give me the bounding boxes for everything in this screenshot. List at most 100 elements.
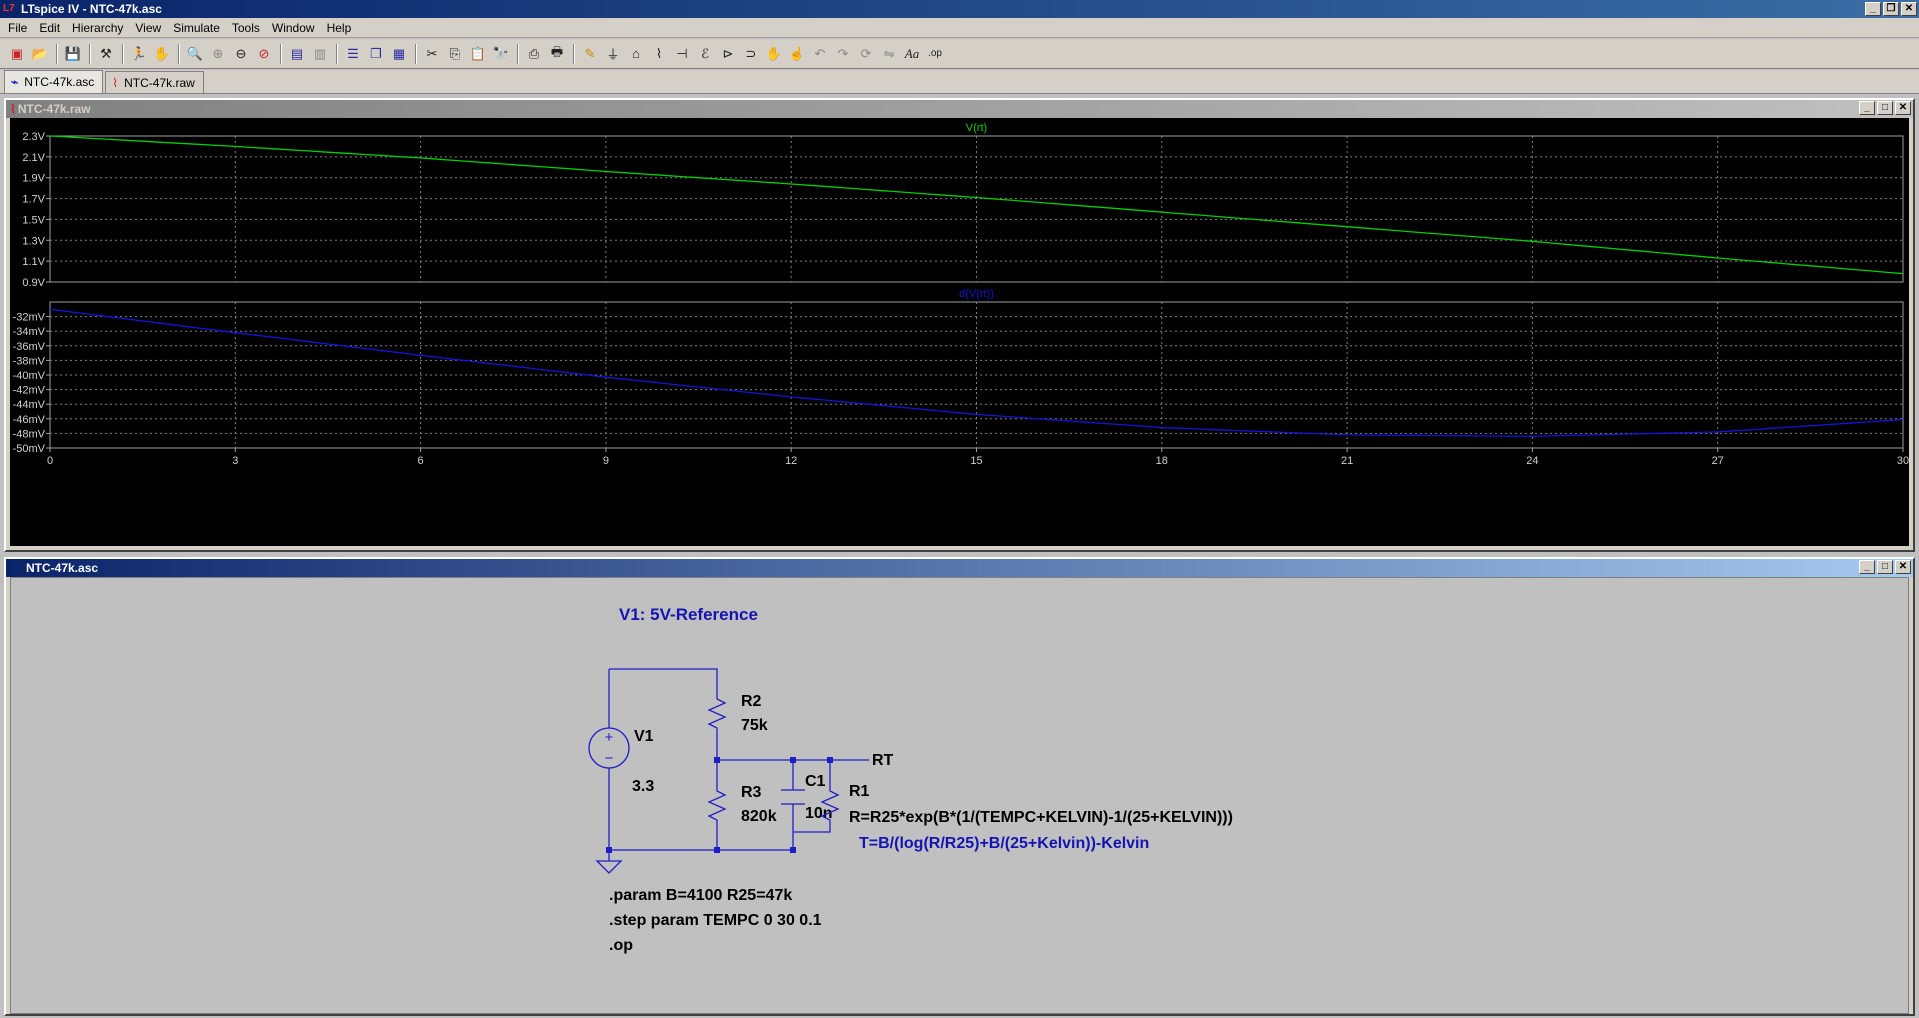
print-icon[interactable]: 🖶 (546, 43, 568, 65)
v1-name[interactable]: V1 (634, 728, 654, 745)
find-icon[interactable]: 🔭 (490, 43, 512, 65)
restore-button[interactable]: ❐ (1883, 2, 1899, 16)
y-tick-label: 2.1V (22, 152, 45, 164)
control-panel-icon[interactable]: ⚒ (95, 43, 117, 65)
schematic-icon: ⌁ (11, 75, 19, 89)
halt-icon[interactable]: ✋ (151, 43, 173, 65)
menu-edit[interactable]: Edit (33, 21, 66, 35)
ground-icon[interactable] (595, 860, 623, 874)
undo-icon[interactable]: ↶ (809, 43, 831, 65)
spice-directive-step[interactable]: .step param TEMPC 0 30 0.1 (609, 912, 822, 929)
print-setup-icon[interactable]: ⎙ (523, 43, 545, 65)
formula-comment[interactable]: T=B/(log(R/R25)+B/(25+Kelvin))-Kelvin (859, 835, 1149, 852)
capacitor-icon[interactable]: ⊣ (671, 43, 693, 65)
zoom-out-icon[interactable]: ⊖ (230, 43, 252, 65)
voltage-source-v1[interactable]: + − (588, 727, 630, 769)
label-net-icon[interactable]: ⌂ (625, 43, 647, 65)
zoom-cancel-icon[interactable]: ⊘ (253, 43, 275, 65)
resistor-r2[interactable] (707, 691, 727, 731)
resistor-icon[interactable]: ⌇ (648, 43, 670, 65)
toolbar-separator (178, 43, 180, 64)
run-icon[interactable]: 🏃 (128, 43, 150, 65)
diode-icon[interactable]: ⊳ (717, 43, 739, 65)
component-icon[interactable]: ⊃ (740, 43, 762, 65)
tile-vertical-icon[interactable]: ▦ (388, 43, 410, 65)
move-icon[interactable]: ✋ (763, 43, 785, 65)
save-icon[interactable]: 💾 (62, 43, 84, 65)
menu-hierarchy[interactable]: Hierarchy (66, 21, 129, 35)
wire[interactable] (793, 824, 831, 833)
plot-pane[interactable]: 0.9V 1.1V 1.3V 1.5V 1.7V 1.9V 2.1V 2.3V V(rt) -32… (10, 118, 1909, 546)
r3-value[interactable]: 820k (741, 808, 777, 825)
maximize-button[interactable]: □ (1877, 101, 1893, 115)
drag-icon[interactable]: ☝ (786, 43, 808, 65)
redo-icon[interactable]: ↷ (832, 43, 854, 65)
spice-directive-icon[interactable]: .op (924, 43, 946, 65)
c1-name[interactable]: C1 (805, 773, 826, 790)
svg-text:+: + (605, 729, 614, 746)
schematic-window-titlebar[interactable]: NTC-47k.asc _ □ ✕ (6, 559, 1913, 577)
y-tick-label: -38mV (13, 355, 46, 367)
ground-icon[interactable]: ⏚ (602, 43, 624, 65)
window-controls: _ ❐ ✕ (1865, 2, 1917, 16)
paste-icon[interactable]: 📋 (467, 43, 489, 65)
autorange-icon[interactable]: ▤ (286, 43, 308, 65)
inductor-icon[interactable]: ℰ (694, 43, 716, 65)
spice-directive-param[interactable]: .param B=4100 R25=47k (609, 887, 792, 904)
y-tick-label: 1.7V (22, 194, 45, 206)
spice-directive-op[interactable]: .op (609, 937, 633, 954)
waveform-window-titlebar[interactable]: ⌇ NTC-47k.raw _ □ ✕ (6, 100, 1913, 118)
r1-name[interactable]: R1 (849, 783, 870, 800)
schematic-header[interactable]: V1: 5V-Reference (619, 605, 758, 624)
cascade-icon[interactable]: ❐ (365, 43, 387, 65)
capacitor-c1[interactable] (781, 789, 805, 805)
tile-horizontal-icon[interactable]: ☰ (342, 43, 364, 65)
waveform-plot[interactable]: 0.9V 1.1V 1.3V 1.5V 1.7V 1.9V 2.1V 2.3V V(rt) -32… (10, 118, 1910, 546)
plot-settings-icon[interactable]: ▥ (309, 43, 331, 65)
tab-schematic[interactable]: ⌁ NTC-47k.asc (4, 70, 104, 93)
minimize-button[interactable]: _ (1859, 101, 1875, 115)
r2-value[interactable]: 75k (741, 717, 768, 734)
resistor-r3[interactable] (707, 783, 727, 824)
r2-name[interactable]: R2 (741, 693, 762, 710)
zoom-fit-icon[interactable]: ⊕ (207, 43, 229, 65)
mirror-icon[interactable]: ⇋ (878, 43, 900, 65)
close-button[interactable]: ✕ (1895, 101, 1911, 115)
rotate-icon[interactable]: ⟳ (855, 43, 877, 65)
y-tick-label: 1.3V (22, 235, 45, 247)
trace-label[interactable]: d(V(rt)) (959, 288, 994, 300)
menu-tools[interactable]: Tools (226, 21, 266, 35)
trace-label[interactable]: V(rt) (966, 122, 987, 134)
open-icon[interactable]: 📂 (29, 43, 51, 65)
new-schematic-icon[interactable]: ▣ (6, 43, 28, 65)
x-tick-label: 12 (785, 455, 797, 467)
schematic-canvas[interactable]: V1: 5V-Reference + − V1 3.3 R2 75k R3 82… (10, 577, 1909, 1014)
minimize-button[interactable]: _ (1865, 2, 1881, 16)
menu-file[interactable]: File (2, 21, 33, 35)
zoom-in-icon[interactable]: 🔍 (184, 43, 206, 65)
close-button[interactable]: ✕ (1901, 2, 1917, 16)
junction-dot (714, 847, 720, 853)
toolbar: ▣ 📂 💾 ⚒ 🏃 ✋ 🔍 ⊕ ⊖ ⊘ ▤ ▥ ☰ ❐ ▦ ✂ ⎘ 📋 🔭 ⎙ … (0, 39, 1919, 69)
menu-simulate[interactable]: Simulate (167, 21, 226, 35)
minimize-button[interactable]: _ (1859, 560, 1875, 574)
r3-name[interactable]: R3 (741, 784, 762, 801)
text-icon[interactable]: Aa (901, 43, 923, 65)
copy-icon[interactable]: ⎘ (444, 43, 466, 65)
menu-help[interactable]: Help (321, 21, 358, 35)
v1-value[interactable]: 3.3 (632, 778, 654, 795)
maximize-button[interactable]: □ (1877, 560, 1893, 574)
wires[interactable] (608, 668, 869, 861)
window-controls: _ □ ✕ (1859, 101, 1911, 115)
close-button[interactable]: ✕ (1895, 560, 1911, 574)
cut-icon[interactable]: ✂ (421, 43, 443, 65)
net-label-rt[interactable]: RT (872, 752, 894, 769)
r1-value[interactable]: R=R25*exp(B*(1/(TEMPC+KELVIN)-1/(25+KELV… (849, 809, 1233, 826)
wire[interactable] (609, 668, 718, 691)
x-tick-label: 0 (47, 455, 53, 467)
menu-window[interactable]: Window (266, 21, 321, 35)
document-tabs: ⌁ NTC-47k.asc ⌇ NTC-47k.raw (0, 70, 1919, 94)
menu-view[interactable]: View (129, 21, 167, 35)
tab-waveform[interactable]: ⌇ NTC-47k.raw (105, 71, 204, 93)
draw-wire-icon[interactable]: ✎ (579, 43, 601, 65)
